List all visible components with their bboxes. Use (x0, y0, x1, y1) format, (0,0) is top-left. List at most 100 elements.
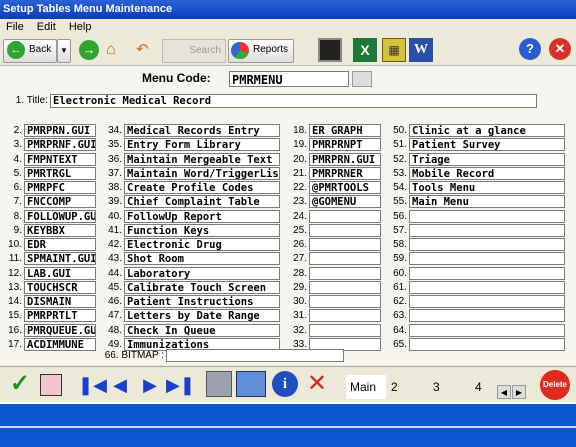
menu-option-field[interactable] (309, 223, 381, 237)
menu-option-field[interactable] (309, 309, 381, 323)
menu-option-field[interactable]: Function Keys (124, 223, 280, 237)
bitmap-field[interactable] (166, 349, 344, 362)
menu-option-field[interactable] (409, 295, 565, 308)
menu-option-field[interactable]: PMRQUEUE.GUI (24, 323, 96, 337)
menu-option-field[interactable] (309, 238, 381, 251)
copy-records-icon[interactable] (236, 371, 266, 397)
menu-option-field[interactable] (309, 266, 381, 280)
menu-option-field[interactable] (409, 337, 565, 351)
next-record-icon[interactable]: ▶ (138, 372, 162, 398)
menu-option-field[interactable] (409, 323, 565, 337)
menu-option-field[interactable] (409, 238, 565, 251)
previous-record-icon[interactable]: ◀ (108, 372, 132, 398)
menu-option-field[interactable] (409, 252, 565, 266)
menu-option-field[interactable] (409, 209, 565, 223)
menu-option-field[interactable]: PMRTRGL (24, 166, 96, 180)
menu-option-field[interactable]: Shot Room (124, 252, 280, 266)
menu-option-field[interactable]: DISMAIN (24, 295, 96, 308)
menu-option-field[interactable]: @GOMENU (309, 195, 381, 209)
menu-option-field[interactable]: LAB.GUI (24, 266, 96, 280)
menu-option-field[interactable]: ACDIMMUNE (24, 337, 96, 351)
menu-option-field[interactable]: Letters by Date Range (124, 309, 280, 323)
menu-option-field[interactable]: Clinic at a glance (409, 124, 565, 137)
menu-option-field[interactable] (309, 209, 381, 223)
word-icon[interactable]: W (409, 38, 433, 62)
menu-option-field[interactable]: Patient Survey (409, 138, 565, 152)
menu-option-number: 39. (108, 196, 122, 208)
menu-option-field[interactable]: @PMRTOOLS (309, 181, 381, 194)
search-button[interactable]: Search (162, 39, 226, 63)
menu-help[interactable]: Help (69, 19, 92, 36)
tab-3[interactable]: 3 (429, 375, 469, 399)
tab-2[interactable]: 2 (387, 375, 427, 399)
menu-option-field[interactable]: FOLLOWUP.GUI (24, 209, 96, 223)
menu-option-field[interactable] (309, 323, 381, 337)
delete-button[interactable]: Delete (540, 370, 570, 400)
excel-icon[interactable]: X (353, 38, 377, 62)
menu-edit[interactable]: Edit (37, 19, 56, 36)
forward-icon[interactable]: → (79, 40, 99, 60)
menu-option-field[interactable]: PMRPFC (24, 181, 96, 194)
menu-option-field[interactable]: Chief Complaint Table (124, 195, 280, 209)
menu-option-field[interactable]: ER GRAPH (309, 124, 381, 137)
tab-scroll-left-button[interactable]: ◀ (497, 385, 511, 399)
menu-option-field[interactable]: Electronic Drug (124, 238, 280, 251)
last-record-icon[interactable]: ▶❚ (166, 372, 195, 398)
menu-option-field[interactable] (409, 223, 565, 237)
calculator-icon[interactable] (318, 38, 342, 62)
menu-option-field[interactable]: TOUCHSCR (24, 280, 96, 294)
close-icon[interactable]: ✕ (549, 38, 571, 60)
menu-option-field[interactable] (409, 309, 565, 323)
menu-option-field[interactable]: KEYBBX (24, 223, 96, 237)
menu-option-field[interactable]: Medical Records Entry (124, 124, 280, 137)
undo-icon[interactable]: ↶ (136, 39, 156, 61)
tab-scroll-right-button[interactable]: ▶ (512, 385, 526, 399)
reports-button[interactable]: Reports (228, 39, 294, 63)
menu-option-field[interactable]: PMRPRN.GUI (24, 124, 96, 137)
menu-option-field[interactable] (409, 280, 565, 294)
tab-main[interactable]: Main (346, 375, 386, 399)
menu-option-field[interactable]: Laboratory (124, 266, 280, 280)
menu-option-field[interactable]: Create Profile Codes (124, 181, 280, 194)
menu-option-field[interactable]: Maintain Mergeable Text (124, 152, 280, 166)
menu-option-field[interactable] (309, 295, 381, 308)
menu-option-field[interactable]: Calibrate Touch Screen (124, 280, 280, 294)
menu-code-input[interactable]: PMRMENU (229, 71, 349, 87)
menu-option-field[interactable]: SPMAINT.GUI (24, 252, 96, 266)
print-icon[interactable] (206, 371, 232, 397)
menu-option-field[interactable]: Entry Form Library (124, 138, 280, 152)
menu-option-field[interactable]: Main Menu (409, 195, 565, 209)
menu-option-field[interactable]: Tools Menu (409, 181, 565, 194)
menu-option-field[interactable]: Triage (409, 152, 565, 166)
menu-option-field[interactable]: PMRPRNF.GUI (24, 138, 96, 152)
menu-option-field[interactable]: EDR (24, 238, 96, 251)
menu-option-field[interactable]: Patient Instructions (124, 295, 280, 308)
tab-4[interactable]: 4 (471, 375, 495, 399)
menu-option-field[interactable]: FMPNTEXT (24, 152, 96, 166)
menu-option-field[interactable]: PMRPRNER (309, 166, 381, 180)
menu-option-field[interactable] (409, 266, 565, 280)
back-button[interactable]: ← Back (3, 39, 57, 63)
menu-option-field[interactable] (309, 252, 381, 266)
clear-icon[interactable] (40, 374, 62, 396)
back-dropdown-button[interactable]: ▼ (57, 39, 71, 63)
home-icon[interactable]: ⌂ (106, 39, 130, 61)
menu-option-field[interactable]: PMRPRTLT (24, 309, 96, 323)
menu-option-field[interactable] (309, 280, 381, 294)
lookup-button[interactable] (352, 71, 372, 87)
menu-option-field[interactable]: Mobile Record (409, 166, 565, 180)
menu-file[interactable]: File (6, 19, 24, 36)
title-field[interactable]: Electronic Medical Record (50, 94, 537, 108)
first-record-icon[interactable]: ❚◀ (78, 372, 107, 398)
export-icon[interactable]: ▦ (382, 38, 406, 62)
menu-option-field[interactable]: Maintain Word/TriggerList (124, 166, 280, 180)
save-check-icon[interactable]: ✓ (6, 370, 34, 398)
info-icon[interactable]: i (272, 371, 298, 397)
help-icon[interactable]: ? (519, 38, 541, 60)
menu-option-field[interactable]: FollowUp Report (124, 209, 280, 223)
cancel-x-icon[interactable]: ✕ (304, 371, 330, 397)
menu-option-field[interactable]: PMRPRN.GUI (309, 152, 381, 166)
menu-option-field[interactable]: Check In Queue (124, 323, 280, 337)
menu-option-field[interactable]: FNCCOMP (24, 195, 96, 209)
menu-option-field[interactable]: PMRPRNPT (309, 138, 381, 152)
